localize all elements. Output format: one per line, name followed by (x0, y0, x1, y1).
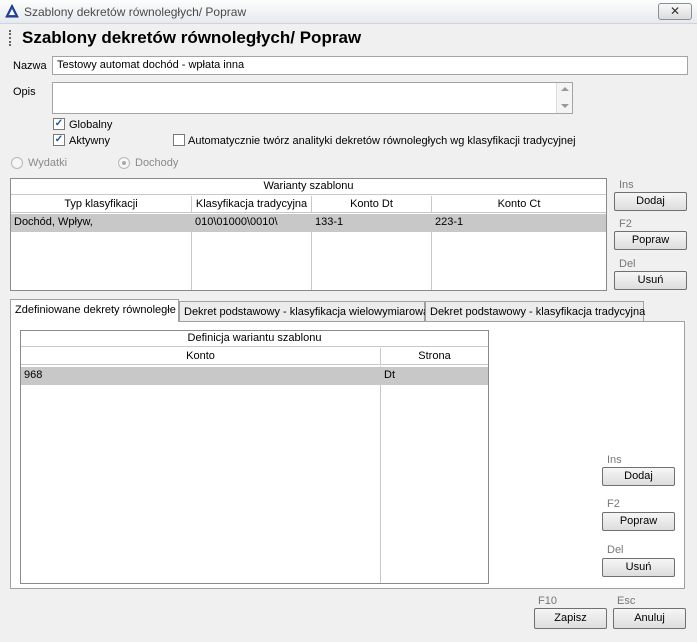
tab-tradycyjna[interactable]: Dekret podstawowy - klasyfikacja tradycy… (425, 301, 645, 322)
f10-shortcut: F10 (538, 595, 557, 607)
del-shortcut: Del (607, 544, 624, 556)
ins-shortcut: Ins (619, 179, 634, 191)
definicja-grid[interactable]: Definicja wariantu szablonu Konto Strona… (20, 330, 489, 584)
esc-shortcut: Esc (617, 595, 636, 607)
close-icon: ✕ (669, 4, 681, 18)
column-header-konto-dt[interactable]: Konto Dt (312, 196, 432, 213)
warianty-grid[interactable]: Warianty szablonu Typ klasyfikacji Klasy… (10, 178, 607, 291)
table-cell: 968 (24, 369, 43, 381)
wydatki-radio[interactable] (11, 157, 23, 169)
nazwa-value: Testowy automat dochód - wpłata inna (57, 59, 245, 71)
dochody-radio[interactable] (118, 157, 130, 169)
table-cell: 010\01000\0010\ (195, 216, 278, 228)
check-icon: ✓ (54, 118, 64, 129)
ins-shortcut: Ins (607, 454, 622, 466)
column-header-klasyfikacja[interactable]: Klasyfikacja tradycyjna (192, 196, 312, 213)
table-row[interactable]: Dochód, Wpływ, 010\01000\0010\ 133-1 223… (11, 214, 606, 232)
header-grip (9, 30, 13, 46)
definicja-delete-button[interactable]: Usuń (602, 558, 675, 577)
table-cell: Dt (384, 369, 395, 381)
title-bar: Szablony dekretów równoległych/ Popraw ✕ (0, 0, 697, 24)
check-icon: ✓ (54, 134, 64, 145)
column-header-konto[interactable]: Konto (21, 348, 381, 365)
f2-shortcut: F2 (619, 218, 632, 230)
scroll-up-icon[interactable] (561, 87, 569, 91)
dochody-label: Dochody (135, 157, 179, 169)
auto-analityki-checkbox[interactable] (173, 134, 185, 146)
table-row[interactable]: 968 Dt (21, 367, 488, 385)
nazwa-label: Nazwa (13, 60, 47, 72)
column-header-strona[interactable]: Strona (381, 348, 488, 365)
definicja-edit-button[interactable]: Popraw (602, 512, 675, 531)
globalny-label: Globalny (69, 119, 113, 131)
definicja-add-button[interactable]: Dodaj (602, 467, 675, 486)
tab-wielowymiarowa[interactable]: Dekret podstawowy - klasyfikacja wielowy… (179, 301, 429, 322)
scroll-down-icon[interactable] (561, 104, 569, 108)
aktywny-label: Aktywny (69, 135, 110, 147)
definicja-caption: Definicja wariantu szablonu (21, 331, 488, 347)
app-logo-icon (5, 4, 19, 18)
aktywny-checkbox[interactable]: ✓ (53, 134, 65, 146)
globalny-checkbox[interactable]: ✓ (53, 118, 65, 130)
auto-analityki-label: Automatycznie twórz analityki dekretów r… (188, 135, 576, 147)
cancel-button[interactable]: Anuluj (613, 608, 686, 629)
f2-shortcut: F2 (607, 498, 620, 510)
column-header-typ[interactable]: Typ klasyfikacji (11, 196, 192, 213)
table-cell: 223-1 (435, 216, 464, 228)
column-header-konto-ct[interactable]: Konto Ct (432, 196, 606, 213)
warianty-delete-button[interactable]: Usuń (614, 271, 687, 290)
save-button[interactable]: Zapisz (534, 608, 607, 629)
warianty-add-button[interactable]: Dodaj (614, 192, 687, 211)
table-cell: Dochód, Wpływ, (14, 216, 93, 228)
warianty-caption: Warianty szablonu (11, 179, 606, 195)
opis-textarea[interactable] (52, 82, 573, 114)
wydatki-label: Wydatki (28, 157, 68, 169)
close-button[interactable]: ✕ (658, 3, 692, 20)
opis-label: Opis (13, 86, 36, 98)
column-divider (380, 366, 381, 583)
del-shortcut: Del (619, 258, 636, 270)
nazwa-input[interactable]: Testowy automat dochód - wpłata inna (52, 56, 688, 75)
opis-scrollbar[interactable] (556, 83, 572, 113)
page-title: Szablony dekretów równoległych/ Popraw (22, 28, 362, 47)
tab-zdefiniowane[interactable]: Zdefiniowane dekrety równoległe (10, 299, 179, 322)
table-cell: 133-1 (315, 216, 344, 228)
window-title: Szablony dekretów równoległych/ Popraw (24, 5, 247, 19)
warianty-edit-button[interactable]: Popraw (614, 231, 687, 250)
